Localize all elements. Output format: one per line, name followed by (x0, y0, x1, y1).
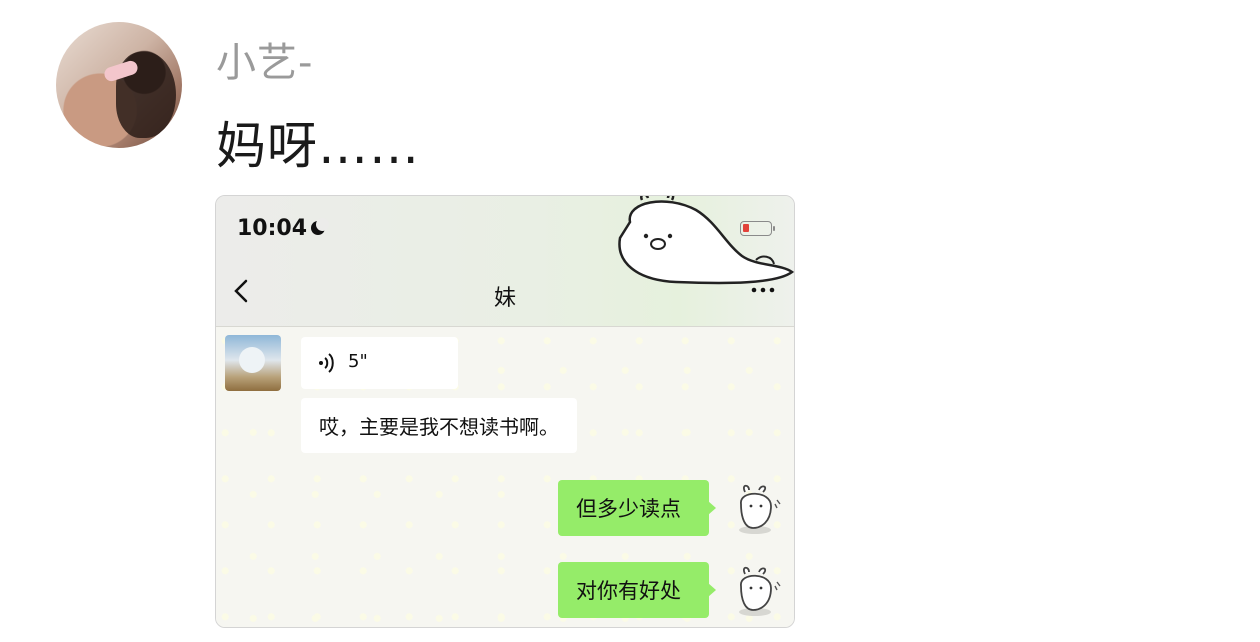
post-username[interactable]: 小艺- (216, 30, 313, 88)
my-avatar[interactable] (731, 482, 783, 538)
moon-icon (311, 218, 329, 235)
peer-avatar[interactable] (225, 335, 281, 391)
voice-duration: 5" (348, 351, 368, 372)
status-time: 10:04 (237, 216, 308, 241)
post-text: 妈呀…… (216, 117, 420, 175)
my-text-bubble[interactable]: 但多少读点 (558, 480, 716, 536)
my-text-bubble[interactable]: 对你有好处 (558, 562, 716, 618)
voice-message-bubble[interactable]: 5" (301, 337, 458, 389)
battery-icon (740, 221, 775, 236)
voice-icon (319, 353, 334, 373)
more-icon[interactable] (749, 280, 779, 300)
peer-text-bubble[interactable]: 哎，主要是我不想读书啊。 (301, 398, 577, 453)
post-avatar[interactable] (56, 22, 182, 148)
rabbit-sticker (618, 196, 794, 285)
chat-header: 10:04 妹 (216, 196, 794, 327)
chat-title: 妹 (493, 286, 516, 311)
my-avatar[interactable] (731, 564, 783, 620)
peer-avatar-face (239, 347, 265, 373)
